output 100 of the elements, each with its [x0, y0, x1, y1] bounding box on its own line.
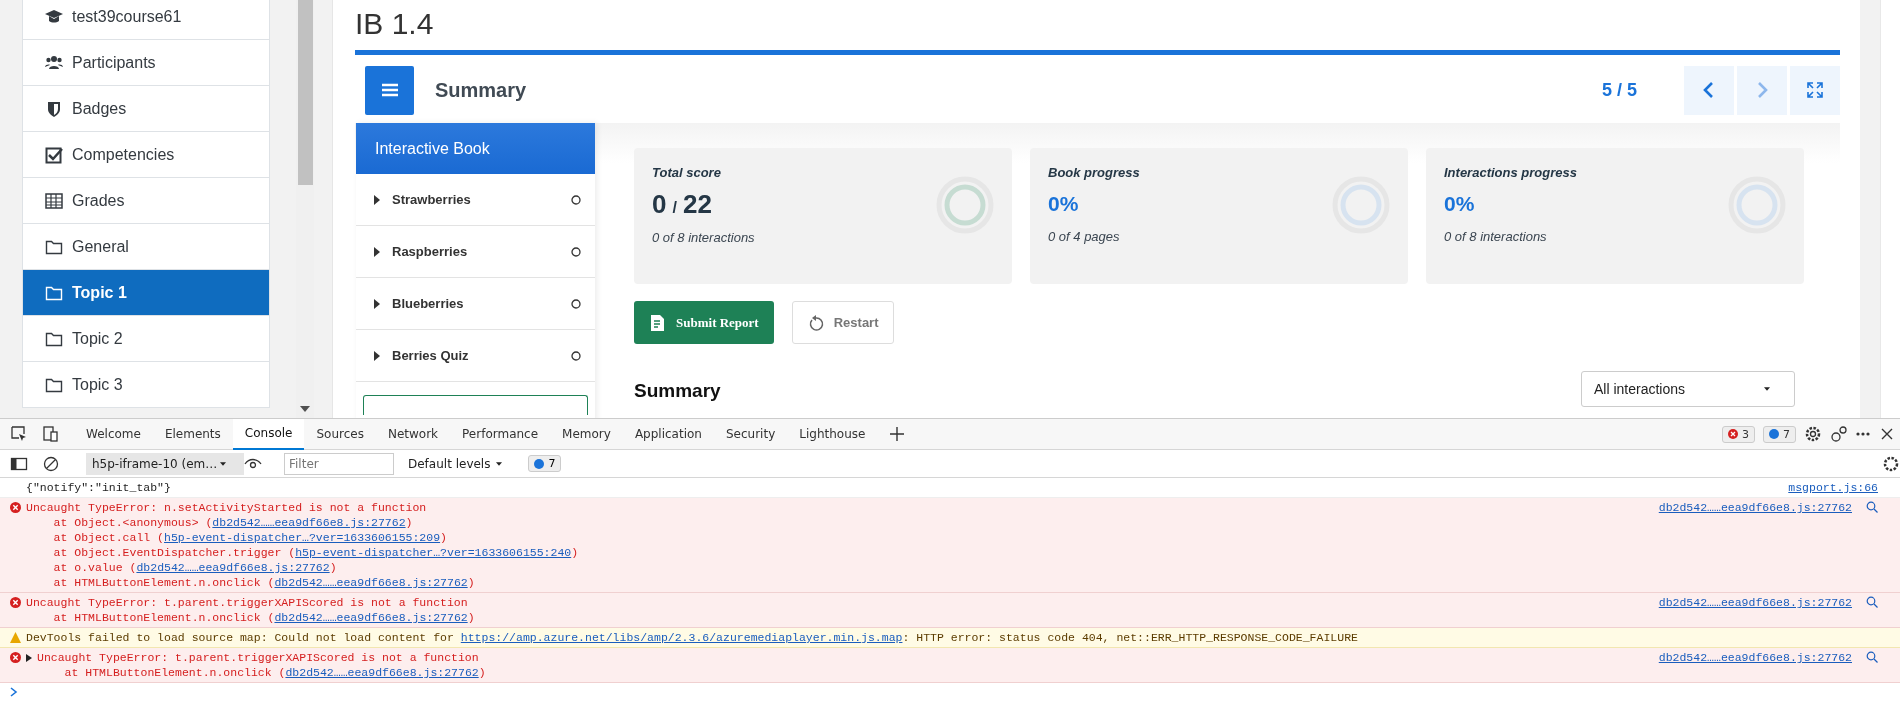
scroll-down-arrow-icon [300, 406, 310, 412]
sidebar-item[interactable]: Topic 1 [23, 270, 269, 316]
console-text: {"notify":"init_tab"} [26, 481, 171, 494]
fullscreen-icon [1806, 81, 1824, 99]
console-text: at HTMLButtonElement.n.onclick ( [52, 611, 275, 624]
clear-console-icon [42, 454, 60, 473]
console-text: ) [405, 516, 413, 529]
progress-ring-icon [1728, 176, 1786, 234]
source-link[interactable]: h5p-event-dispatcher…?ver=1633606155:209 [164, 531, 441, 544]
error-icon [10, 652, 21, 663]
restart-button[interactable]: Restart [791, 301, 894, 344]
chapter-label: Blueberries [392, 296, 465, 311]
previous-button[interactable] [1684, 65, 1734, 115]
context-dropdown[interactable]: h5p-iframe-10 (em… [86, 452, 244, 475]
devtools-tab[interactable]: Elements [152, 418, 233, 450]
page-scrollbar[interactable] [1880, 0, 1900, 418]
devtools-tab[interactable]: Memory [550, 418, 623, 450]
card-caption: 0 of 8 interactions [652, 230, 756, 245]
source-link[interactable]: msgport.js:66 [1788, 480, 1878, 495]
error-icon [10, 597, 21, 608]
summary-heading: Summary [634, 380, 721, 402]
settings-icon [1882, 454, 1900, 473]
console-text: at HTMLButtonElement.n.onclick ( [52, 576, 275, 589]
source-link[interactable]: https://amp.azure.net/libs/amp/2.3.6/azuremediaplayer.min.js.map [460, 631, 903, 644]
source-link[interactable]: db2d542……eea9df66e8.js:27762 [1658, 595, 1852, 610]
console-text: ) [571, 546, 579, 559]
inspect-icon [10, 425, 28, 443]
search-icon [1866, 651, 1878, 663]
page-counter: 5 / 5 [1601, 79, 1637, 101]
devtools-tab[interactable]: Welcome [74, 418, 153, 450]
progress-value: 0% [1048, 192, 1079, 217]
devtools-tab[interactable]: Security [713, 418, 788, 450]
search-icon [1866, 596, 1878, 608]
chapter-label: Raspberries [392, 244, 469, 259]
interactions-dropdown[interactable]: All interactions [1581, 371, 1795, 407]
page-title: IB 1.4 [355, 6, 435, 42]
menu-button[interactable] [365, 65, 414, 115]
chapter-item[interactable]: Strawberries [356, 174, 595, 226]
log-levels-dropdown[interactable]: Default levels [402, 455, 521, 472]
message-count-badge[interactable]: 7 [528, 455, 562, 472]
message-count-badge[interactable]: 7 [1763, 425, 1796, 443]
circle-icon [571, 298, 581, 309]
card-caption: 0 of 8 interactions [1444, 229, 1548, 244]
devtools-tab[interactable]: Application [622, 418, 714, 450]
console-text: ) [467, 576, 475, 589]
warning-icon [10, 632, 21, 643]
filter-field[interactable]: Filter [284, 452, 394, 475]
table-icon [45, 191, 63, 210]
circle-icon [571, 246, 581, 257]
menu-icon [380, 81, 399, 99]
document-icon [649, 313, 667, 332]
source-link[interactable]: db2d542……eea9df66e8.js:27762 [1658, 650, 1852, 665]
progress-value: 0% [1444, 192, 1475, 217]
devtools-tab[interactable]: Console [232, 418, 305, 450]
book-title: Interactive Book [356, 123, 595, 174]
outlined-button[interactable] [363, 395, 588, 415]
console-text: DevTools failed to load source map: Could not load content for [26, 631, 455, 644]
error-count-badge[interactable]: 3 [1722, 425, 1755, 443]
console-text: at Object.<anonymous> ( [52, 516, 213, 529]
expand-triangle-icon [26, 654, 32, 662]
console-text: ) [440, 531, 447, 544]
chapter-item[interactable]: Berries Quiz [356, 330, 595, 382]
source-link[interactable]: db2d542……eea9df66e8.js:27762 [274, 611, 468, 624]
console-text: ) [467, 611, 475, 624]
devtools-tab[interactable]: Sources [304, 418, 376, 450]
progress-ring-icon [936, 176, 994, 234]
source-link[interactable]: db2d542……eea9df66e8.js:27762 [285, 666, 479, 679]
scrollbar-thumb[interactable] [297, 0, 313, 185]
caret-icon [374, 350, 380, 361]
prompt-chevron-icon [10, 687, 18, 697]
connection-icon [1830, 425, 1848, 443]
search-icon [1866, 501, 1878, 513]
source-link[interactable]: db2d542……eea9df66e8.js:27762 [274, 576, 468, 589]
source-link[interactable]: h5p-event-dispatcher…?ver=1633606155:240 [295, 546, 572, 559]
progress-ring-icon [1332, 176, 1390, 234]
devtools-tab[interactable]: Lighthouse [787, 418, 878, 450]
source-link[interactable]: db2d542……eea9df66e8.js:27762 [212, 516, 406, 529]
caret-icon [374, 298, 380, 309]
submit-report-button[interactable]: Submit Report [634, 301, 774, 344]
chapter-label: Strawberries [392, 192, 472, 207]
console-text: Uncaught TypeError: t.parent.triggerXAPIScored is not a function [26, 596, 468, 609]
console-text: ) [478, 666, 486, 679]
console-text: : HTTP error: status code 404, net::ERR_HTTP_RESPONSE_CODE_FAILURE [902, 631, 1358, 644]
source-link[interactable]: db2d542……eea9df66e8.js:27762 [1658, 500, 1852, 515]
source-link[interactable]: db2d542……eea9df66e8.js:27762 [136, 561, 330, 574]
circle-icon [571, 194, 581, 205]
card-title: Book progress [1048, 165, 1141, 180]
shield-icon [45, 99, 63, 118]
chapter-item[interactable]: Raspberries [356, 226, 595, 278]
devtools-tab[interactable]: Network [375, 418, 451, 450]
fullscreen-button[interactable] [1790, 65, 1840, 115]
console-text: at HTMLButtonElement.n.onclick ( [63, 666, 286, 679]
circle-icon [571, 350, 581, 361]
settings-icon [1804, 425, 1822, 443]
users-icon [45, 53, 63, 72]
next-button[interactable] [1737, 65, 1787, 115]
chapter-item[interactable]: Blueberries [356, 278, 595, 330]
devtools-tab[interactable]: Performance [450, 418, 551, 450]
message-icon [534, 458, 545, 469]
console-text: Uncaught TypeError: n.setActivityStarted is not a function [26, 501, 427, 514]
